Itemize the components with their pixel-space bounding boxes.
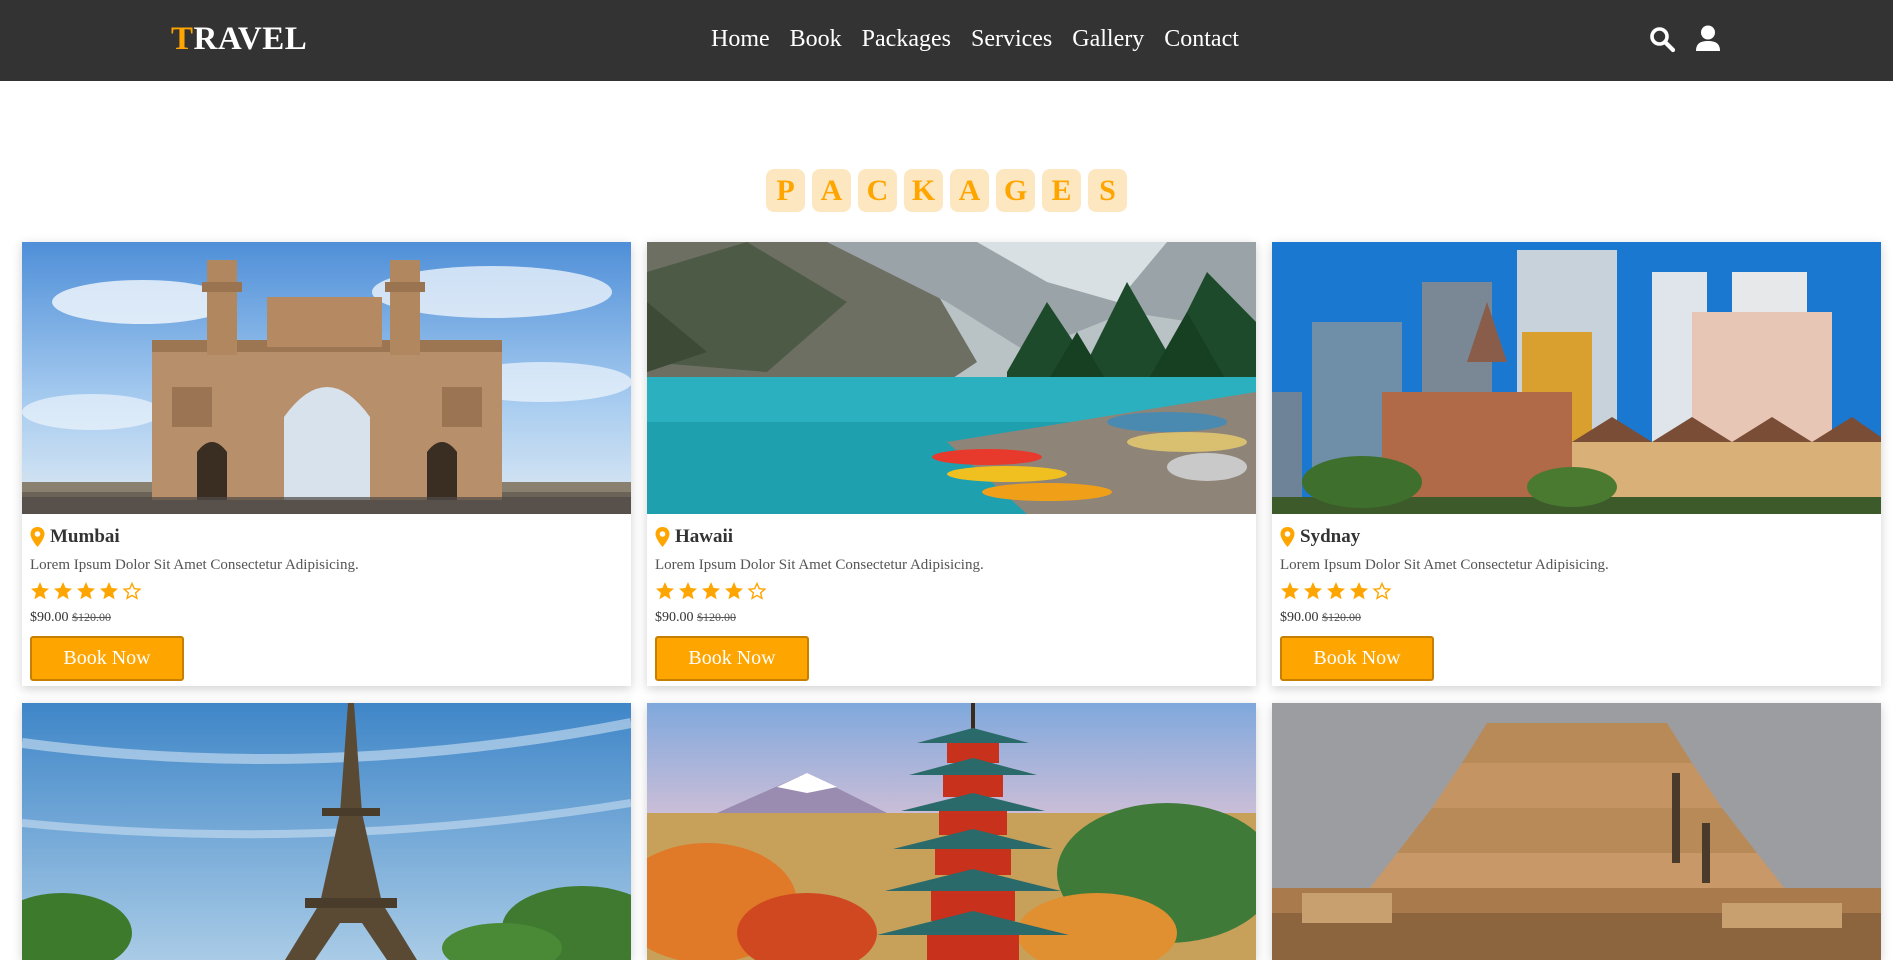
map-marker-icon bbox=[30, 527, 45, 547]
packages-heading: P A C K A G E S bbox=[0, 169, 1893, 212]
nav-packages[interactable]: Packages bbox=[862, 22, 951, 56]
pagoda-mount-fuji-photo bbox=[647, 703, 1256, 960]
user-icon[interactable] bbox=[1694, 24, 1722, 54]
price: $90.00 $120.00 bbox=[1280, 607, 1873, 628]
logo-text: RAVEL bbox=[193, 21, 308, 57]
package-card-mumbai: Mumbai Lorem Ipsum Dolor Sit Amet Consec… bbox=[22, 242, 631, 686]
star-icon bbox=[54, 582, 72, 600]
book-now-button[interactable]: Book Now bbox=[1280, 636, 1434, 681]
heading-letter: S bbox=[1088, 169, 1127, 212]
location: Mumbai bbox=[30, 526, 623, 548]
star-icon bbox=[1327, 582, 1345, 600]
nav-contact[interactable]: Contact bbox=[1164, 22, 1239, 56]
location-name: Mumbai bbox=[50, 526, 120, 547]
heading-letter: A bbox=[950, 169, 989, 212]
star-icon bbox=[679, 582, 697, 600]
star-icon bbox=[702, 582, 720, 600]
price: $90.00 $120.00 bbox=[655, 607, 1248, 628]
nav-services[interactable]: Services bbox=[971, 22, 1052, 56]
package-description: Lorem Ipsum Dolor Sit Amet Consectetur A… bbox=[1280, 557, 1609, 573]
star-icon bbox=[725, 582, 743, 600]
logo-first-letter: T bbox=[171, 21, 194, 57]
current-price: $90.00 bbox=[655, 610, 694, 625]
search-icon[interactable] bbox=[1648, 24, 1676, 54]
mountain-lake-canoes-photo bbox=[647, 242, 1256, 514]
main-nav: Home Book Packages Services Gallery Cont… bbox=[711, 22, 1239, 56]
rating-stars bbox=[1280, 581, 1873, 603]
book-now-button[interactable]: Book Now bbox=[30, 636, 184, 681]
rating-stars bbox=[30, 581, 623, 603]
book-now-button[interactable]: Book Now bbox=[655, 636, 809, 681]
old-price: $120.00 bbox=[697, 610, 736, 624]
star-icon bbox=[1304, 582, 1322, 600]
current-price: $90.00 bbox=[1280, 610, 1319, 625]
heading-letter: P bbox=[766, 169, 805, 212]
city-skyline-photo bbox=[1272, 242, 1881, 514]
gateway-of-india-photo bbox=[22, 242, 631, 514]
star-icon bbox=[1281, 582, 1299, 600]
old-price: $120.00 bbox=[1322, 610, 1361, 624]
star-icon bbox=[656, 582, 674, 600]
heading-letter: K bbox=[904, 169, 943, 212]
package-card-sydnay: Sydnay Lorem Ipsum Dolor Sit Amet Consec… bbox=[1272, 242, 1881, 686]
old-price: $120.00 bbox=[72, 610, 111, 624]
package-description: Lorem Ipsum Dolor Sit Amet Consectetur A… bbox=[30, 557, 359, 573]
nav-gallery[interactable]: Gallery bbox=[1072, 22, 1144, 56]
header-icons bbox=[1648, 24, 1722, 54]
heading-letter: G bbox=[996, 169, 1035, 212]
star-outline-icon bbox=[747, 581, 767, 600]
price: $90.00 $120.00 bbox=[30, 607, 623, 628]
location: Sydnay bbox=[1280, 526, 1873, 548]
heading-letter: C bbox=[858, 169, 897, 212]
logo[interactable]: TRAVEL bbox=[171, 20, 307, 58]
star-icon bbox=[100, 582, 118, 600]
star-outline-icon bbox=[122, 581, 142, 600]
current-price: $90.00 bbox=[30, 610, 69, 625]
star-icon bbox=[31, 582, 49, 600]
star-icon bbox=[1350, 582, 1368, 600]
package-card bbox=[1272, 703, 1881, 960]
location-name: Hawaii bbox=[675, 526, 734, 547]
heading-letter: A bbox=[812, 169, 851, 212]
nav-home[interactable]: Home bbox=[711, 22, 770, 56]
step-pyramid-photo bbox=[1272, 703, 1881, 960]
map-marker-icon bbox=[655, 527, 670, 547]
star-outline-icon bbox=[1372, 581, 1392, 600]
heading-letter: E bbox=[1042, 169, 1081, 212]
rating-stars bbox=[655, 581, 1248, 603]
package-card bbox=[647, 703, 1256, 960]
location: Hawaii bbox=[655, 526, 1248, 548]
package-card-hawaii: Hawaii Lorem Ipsum Dolor Sit Amet Consec… bbox=[647, 242, 1256, 686]
eiffel-tower-photo bbox=[22, 703, 631, 960]
map-marker-icon bbox=[1280, 527, 1295, 547]
package-card bbox=[22, 703, 631, 960]
location-name: Sydnay bbox=[1300, 526, 1361, 547]
star-icon bbox=[77, 582, 95, 600]
nav-book[interactable]: Book bbox=[790, 22, 842, 56]
package-description: Lorem Ipsum Dolor Sit Amet Consectetur A… bbox=[655, 557, 984, 573]
site-header: TRAVEL Home Book Packages Services Galle… bbox=[0, 0, 1893, 81]
